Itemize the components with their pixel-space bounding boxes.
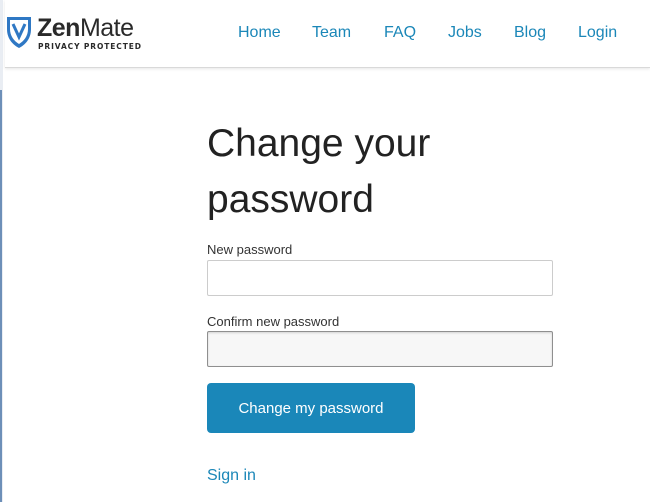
confirm-password-label: Confirm new password bbox=[207, 314, 340, 329]
nav-login-link[interactable]: Login bbox=[578, 22, 617, 44]
window-edge bbox=[0, 0, 5, 502]
page: ZenMate PRIVACY PROTECTED Home Team FAQ … bbox=[0, 0, 650, 502]
page-title: Change your password bbox=[207, 122, 431, 221]
new-password-label: New password bbox=[207, 242, 293, 257]
nav-team-link[interactable]: Team bbox=[312, 22, 351, 44]
new-password-input[interactable] bbox=[207, 260, 553, 296]
nav-blog-link[interactable]: Blog bbox=[514, 22, 546, 44]
nav-jobs-link[interactable]: Jobs bbox=[448, 22, 482, 44]
site-header: ZenMate PRIVACY PROTECTED Home Team FAQ … bbox=[5, 0, 650, 68]
main-nav: Home Team FAQ Jobs Blog Login bbox=[5, 22, 650, 46]
nav-home-link[interactable]: Home bbox=[238, 22, 281, 44]
change-password-form: Change your password New password Confir… bbox=[207, 116, 557, 484]
confirm-password-input[interactable] bbox=[207, 331, 553, 367]
change-password-button[interactable]: Change my password bbox=[207, 383, 415, 433]
nav-faq-link[interactable]: FAQ bbox=[384, 22, 416, 44]
sign-in-link[interactable]: Sign in bbox=[207, 466, 256, 486]
